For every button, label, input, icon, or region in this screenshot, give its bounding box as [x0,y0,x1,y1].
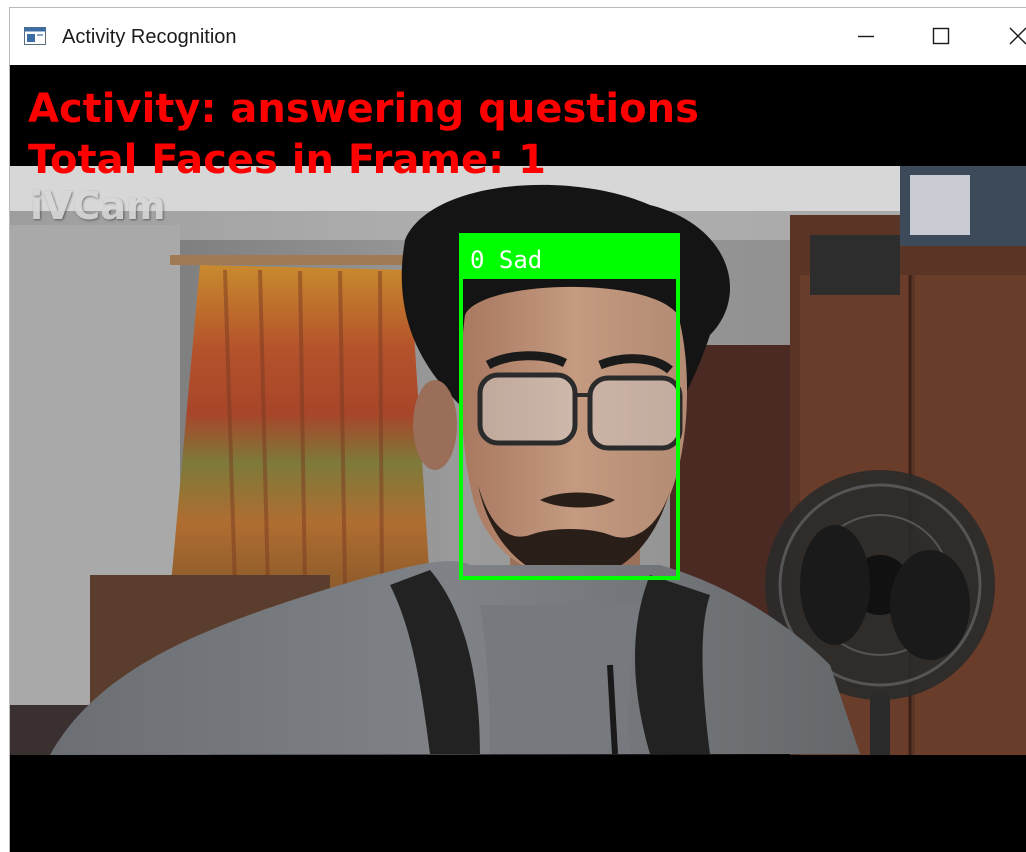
face-emotion-label: 0 Sad [470,246,543,274]
faces-count-overlay-text: Total Faces in Frame: 1 [28,137,546,183]
window-title: Activity Recognition [62,26,237,48]
close-icon [1009,27,1026,45]
video-frame: Activity: answering questions Total Face… [10,65,1026,852]
maximize-button[interactable] [904,8,974,65]
activity-overlay-text: Activity: answering questions [28,86,699,132]
minimize-button[interactable] [828,8,898,65]
close-button[interactable] [980,8,1026,65]
app-window-icon [24,27,46,45]
title-bar[interactable]: Activity Recognition [10,8,1026,65]
camera-watermark: iVCam [30,184,166,228]
app-window: Activity Recognition Activity: answering… [10,8,1026,852]
maximize-icon [932,27,950,45]
minimize-icon [858,35,874,38]
face-detection-box [459,241,680,580]
